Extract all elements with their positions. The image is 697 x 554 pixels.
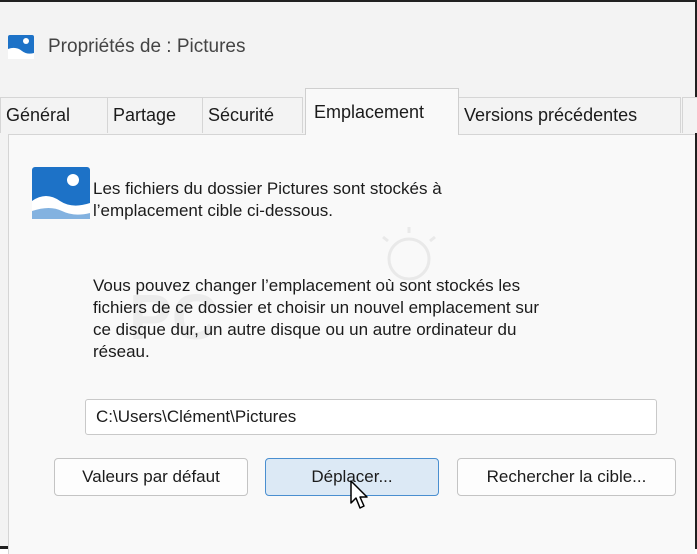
title-bar: Propriétés de : Pictures bbox=[0, 2, 695, 88]
tab-previous-versions[interactable]: Versions précédentes bbox=[458, 97, 681, 133]
tab-sharing[interactable]: Partage bbox=[107, 97, 203, 133]
location-path-input[interactable]: C:\Users\Clément\Pictures bbox=[85, 399, 657, 435]
tab-security[interactable]: Sécurité bbox=[202, 97, 303, 133]
pictures-folder-icon bbox=[8, 35, 34, 59]
tab-strip: Général Partage Sécurité Emplacement Ver… bbox=[0, 88, 697, 135]
info-text-line-1: Vous pouvez changer l’emplacement où son… bbox=[93, 276, 521, 295]
info-text-line-2: fichiers de ce dossier et choisir un nou… bbox=[93, 298, 539, 317]
tab-overflow[interactable] bbox=[682, 97, 697, 133]
location-panel: PC Les fichiers du dossier Pictures sont… bbox=[8, 134, 695, 554]
pictures-folder-icon bbox=[32, 167, 90, 219]
info-text-line-3: ce disque dur, un autre disque ou un aut… bbox=[93, 320, 517, 339]
restore-default-button[interactable]: Valeurs par défaut bbox=[54, 458, 248, 496]
tab-location[interactable]: Emplacement bbox=[305, 88, 459, 135]
mouse-pointer-icon bbox=[350, 480, 368, 509]
tab-general[interactable]: Général bbox=[0, 97, 108, 133]
intro-text-line-1: Les fichiers du dossier Pictures sont st… bbox=[93, 179, 442, 198]
find-target-button[interactable]: Rechercher la cible... bbox=[457, 458, 676, 496]
window-title: Propriétés de : Pictures bbox=[48, 36, 246, 57]
intro-text-line-2: l’emplacement cible ci-dessous. bbox=[93, 201, 333, 220]
info-text-line-4: réseau. bbox=[93, 342, 150, 361]
properties-dialog: Propriétés de : Pictures Général Partage… bbox=[0, 0, 697, 554]
